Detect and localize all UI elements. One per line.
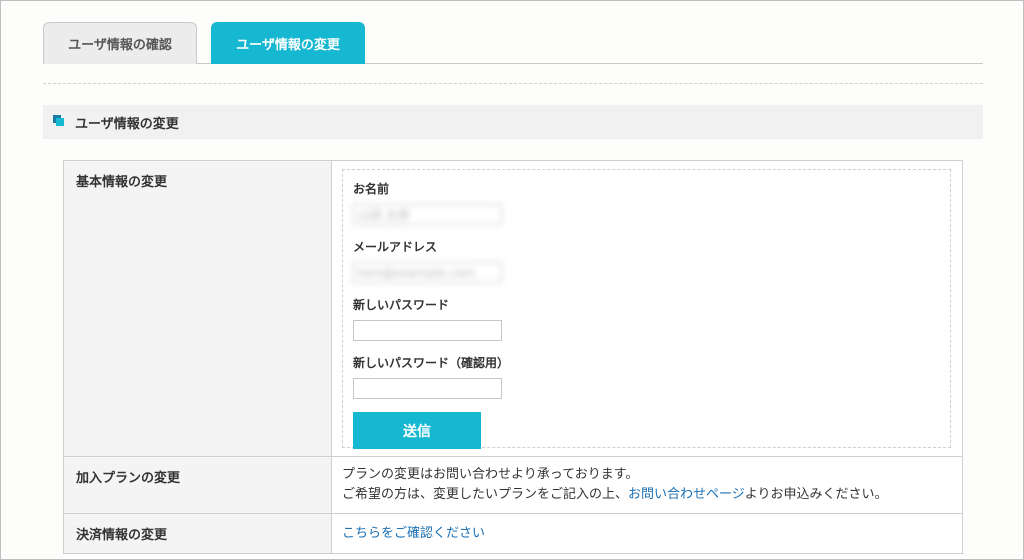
name-label: お名前 bbox=[353, 182, 390, 196]
basic-info-label: 基本情報の変更 bbox=[63, 160, 332, 457]
password-confirm-field[interactable] bbox=[353, 378, 502, 399]
contact-page-link[interactable]: お問い合わせページ bbox=[628, 487, 745, 502]
basic-info-cell: お名前 メールアドレス 新しいパスワード 新しいパスワード（確認用） 送信 bbox=[331, 160, 963, 457]
password-field[interactable] bbox=[353, 320, 502, 341]
tab-bar: ユーザ情報の確認 ユーザ情報の変更 bbox=[43, 22, 983, 64]
name-field[interactable] bbox=[353, 204, 502, 225]
divider bbox=[43, 83, 983, 84]
plan-line-2-prefix: ご希望の方は、変更したいプランをご記入の上、 bbox=[342, 487, 629, 502]
payment-cell: こちらをご確認ください bbox=[331, 513, 963, 554]
password-confirm-label: 新しいパスワード（確認用） bbox=[353, 356, 510, 370]
email-label: メールアドレス bbox=[353, 240, 438, 254]
plan-cell: プランの変更はお問い合わせより承っております。 ご希望の方は、変更したいプランを… bbox=[331, 456, 963, 514]
password-label: 新しいパスワード bbox=[353, 298, 450, 312]
plan-line-2-suffix: よりお申込みください。 bbox=[744, 487, 888, 502]
payment-label: 決済情報の変更 bbox=[63, 513, 332, 554]
plan-line-2: ご希望の方は、変更したいプランをご記入の上、お問い合わせページよりお申込みくださ… bbox=[342, 485, 952, 505]
table-row-payment: 決済情報の変更 こちらをご確認ください bbox=[63, 513, 963, 554]
page-frame: ユーザ情報の確認 ユーザ情報の変更 ユーザ情報の変更 基本情報の変更 お名前 メ… bbox=[0, 0, 1024, 560]
settings-table: 基本情報の変更 お名前 メールアドレス 新しいパスワード 新しいパスワード（確認… bbox=[63, 160, 963, 554]
plan-line-1: プランの変更はお問い合わせより承っております。 bbox=[342, 467, 639, 482]
tab-user-info-edit[interactable]: ユーザ情報の変更 bbox=[211, 22, 365, 64]
table-row-plan: 加入プランの変更 プランの変更はお問い合わせより承っております。 ご希望の方は、… bbox=[63, 456, 963, 514]
section-title: ユーザ情報の変更 bbox=[75, 116, 179, 132]
submit-button[interactable]: 送信 bbox=[353, 412, 481, 449]
basic-info-form: お名前 メールアドレス 新しいパスワード 新しいパスワード（確認用） 送信 bbox=[342, 169, 951, 449]
tab-user-info-view[interactable]: ユーザ情報の確認 bbox=[43, 22, 197, 64]
section-bullet-icon bbox=[53, 115, 67, 129]
plan-label: 加入プランの変更 bbox=[63, 456, 332, 514]
payment-info-link[interactable]: こちらをご確認ください bbox=[342, 526, 485, 541]
email-field[interactable] bbox=[353, 262, 502, 283]
table-row-basic-info: 基本情報の変更 お名前 メールアドレス 新しいパスワード 新しいパスワード（確認… bbox=[63, 160, 963, 457]
section-header: ユーザ情報の変更 bbox=[43, 105, 983, 139]
